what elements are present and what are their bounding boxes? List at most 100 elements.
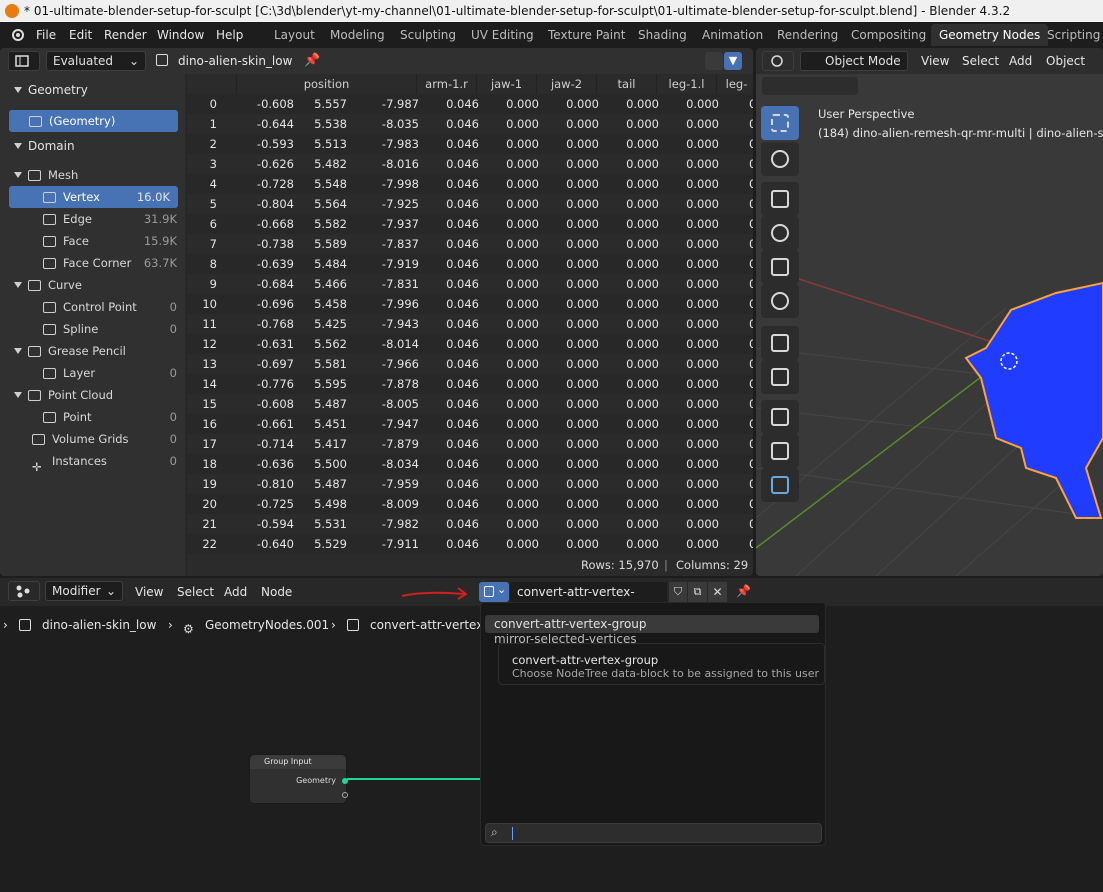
viewport-menu-add[interactable]: Add (1009, 48, 1032, 74)
object-mode-dropdown[interactable]: Object Mode (800, 51, 908, 71)
sidebar-item-point[interactable]: Point 0 (0, 406, 185, 428)
sidebar-item-grease-pencil[interactable]: Grease Pencil (0, 340, 185, 362)
popup-search-field[interactable]: ⌕ (485, 823, 822, 843)
tab-rendering[interactable]: Rendering (769, 24, 846, 46)
popup-item-convert-attr[interactable]: convert-attr-vertex-group (485, 615, 819, 633)
geometry-item[interactable]: (Geometry) (9, 110, 178, 132)
column-header-arm[interactable]: arm-1.r (417, 74, 477, 94)
column-header-jaw2[interactable]: jaw-2 (537, 74, 597, 94)
table-cell: -0.684 (256, 277, 294, 291)
sidebar-item-curve[interactable]: Curve (0, 274, 185, 296)
eval-mode-dropdown[interactable]: Evaluated ⌄ (46, 51, 146, 71)
add-cube-tool[interactable] (761, 400, 799, 434)
tab-animation[interactable]: Animation (694, 24, 771, 46)
tab-scripting[interactable]: Scripting (1039, 24, 1103, 46)
viewport-editor-type-button[interactable] (762, 51, 794, 71)
viewport-menu-view[interactable]: View (921, 48, 949, 74)
viewport-menu-select[interactable]: Select (962, 48, 999, 74)
tab-texture-paint[interactable]: Texture Paint (540, 24, 633, 46)
scale-tool[interactable] (761, 250, 799, 284)
column-header-jaw1[interactable]: jaw-1 (477, 74, 537, 94)
pin-icon[interactable]: 📌 (304, 53, 320, 68)
selected-only-filter-icon[interactable] (705, 52, 723, 70)
menu-render[interactable]: Render (104, 22, 147, 48)
sidebar-item-point-cloud[interactable]: Point Cloud (0, 384, 185, 406)
geometry-section-header[interactable]: Geometry (0, 78, 185, 102)
control-point-count: 0 (169, 300, 177, 314)
table-cell: 0 (749, 397, 753, 411)
sidebar-item-edge[interactable]: Edge 31.9K (0, 208, 185, 230)
node-editor-type-button[interactable] (8, 581, 40, 601)
transform-copy-tool[interactable] (761, 434, 799, 468)
node-menu-select[interactable]: Select (177, 582, 214, 602)
menu-help[interactable]: Help (216, 22, 243, 48)
column-header-leg[interactable]: leg- (717, 74, 753, 94)
blender-menu-icon[interactable] (9, 22, 27, 48)
spline-icon (43, 324, 56, 335)
browse-node-tree-button[interactable]: ⌄ (479, 582, 509, 602)
table-cell: 0.046 (446, 337, 479, 351)
sidebar-item-mesh[interactable]: Mesh (0, 164, 185, 186)
tooltip: convert-attr-vertex-group Choose NodeTre… (498, 643, 825, 685)
node-tree-type-dropdown[interactable]: Modifier ⌄ (45, 581, 123, 601)
table-cell: 0.000 (506, 397, 539, 411)
transform-tool[interactable] (761, 284, 799, 318)
column-header-tail[interactable]: tail (597, 74, 657, 94)
menu-window[interactable]: Window (157, 22, 204, 48)
sidebar-item-volume-grids[interactable]: Volume Grids 0 (0, 428, 185, 450)
sidebar-item-spline[interactable]: Spline 0 (0, 318, 185, 340)
rotate-tool[interactable] (761, 216, 799, 250)
column-header-leg1l[interactable]: leg-1.l (657, 74, 717, 94)
geometry-nodes-tool[interactable] (761, 468, 799, 502)
empty-socket[interactable] (342, 792, 348, 798)
node-editor[interactable]: Modifier ⌄ View Select Add Node ⌄ conver… (0, 578, 1103, 892)
table-row: 8 -0.639 5.484 -7.919 0.046 0.000 0.000 0.000 0.… (187, 254, 753, 274)
tab-uv-editing[interactable]: UV Editing (463, 24, 542, 46)
table-cell: 0.000 (686, 277, 719, 291)
domain-section-header[interactable]: Domain (0, 134, 185, 158)
menu-edit[interactable]: Edit (69, 22, 92, 48)
tab-sculpting[interactable]: Sculpting (392, 24, 464, 46)
column-header-position[interactable]: position (237, 74, 417, 94)
tab-modeling[interactable]: Modeling (322, 24, 393, 46)
3d-viewport[interactable]: Object Mode View Select Add Object User … (756, 48, 1103, 576)
node-tree-browse-popup: convert-attr-vertex-group mirror-selecte… (480, 602, 826, 846)
table-cell: 0.046 (446, 237, 479, 251)
cursor-tool[interactable] (761, 142, 799, 176)
menu-file[interactable]: File (36, 22, 56, 48)
table-row: 7 -0.738 5.589 -7.837 0.046 0.000 0.000 0.000 0.… (187, 234, 753, 254)
node-menu-view[interactable]: View (135, 582, 163, 602)
sidebar-item-face-corner[interactable]: Face Corner 63.7K (0, 252, 185, 274)
node-menu-node[interactable]: Node (261, 582, 292, 602)
sidebar-item-instances[interactable]: ✛ Instances 0 (0, 450, 185, 474)
node-menu-add[interactable]: Add (224, 582, 247, 602)
table-cell: -7.987 (381, 97, 419, 111)
sidebar-item-vertex[interactable]: Vertex 16.0K (9, 186, 178, 208)
annotate-tool[interactable] (761, 326, 799, 360)
tab-shading[interactable]: Shading (630, 24, 695, 46)
table-row: 21 -0.594 5.531 -7.982 0.046 0.000 0.000 0.000 0… (187, 514, 753, 534)
table-cell: -0.608 (256, 97, 294, 111)
table-row: 2 -0.593 5.513 -7.983 0.046 0.000 0.000 0.000 0.… (187, 134, 753, 154)
viewport-menu-object[interactable]: Object (1046, 48, 1085, 74)
tab-geometry-nodes[interactable]: Geometry Nodes (931, 24, 1049, 46)
face-corner-count: 63.7K (143, 256, 177, 270)
measure-tool[interactable] (761, 360, 799, 394)
node-tree-name-field[interactable]: convert-attr-vertex-group (510, 582, 667, 619)
tab-layout[interactable]: Layout (266, 24, 323, 46)
sidebar-item-control-point[interactable]: Control Point 0 (0, 296, 185, 318)
duplicate-icon[interactable]: ⧉ (688, 582, 707, 602)
editor-type-button[interactable] (8, 51, 40, 71)
select-box-tool[interactable] (761, 106, 799, 140)
unlink-close-icon[interactable]: ✕ (708, 582, 727, 602)
tab-compositing[interactable]: Compositing (843, 24, 934, 46)
table-cell: 0.000 (566, 317, 599, 331)
selection-mode-buttons[interactable] (762, 77, 858, 95)
sidebar-item-face[interactable]: Face 15.9K (0, 230, 185, 252)
sidebar-item-layer[interactable]: Layer 0 (0, 362, 185, 384)
move-tool[interactable] (761, 182, 799, 216)
filter-icon[interactable]: ▼ (724, 52, 742, 70)
pin-icon[interactable]: 📌 (736, 584, 751, 598)
group-input-node[interactable]: Group Input Geometry (249, 754, 348, 804)
fake-user-shield-icon[interactable]: ⛉ (669, 582, 687, 602)
